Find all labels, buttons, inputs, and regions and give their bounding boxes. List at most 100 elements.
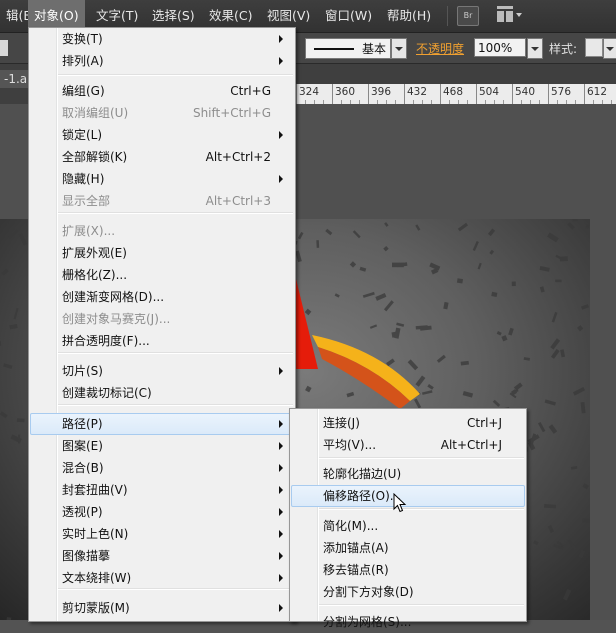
- texture-speckle: [491, 291, 498, 298]
- menubar-item-7[interactable]: 帮助(H): [381, 0, 437, 32]
- menu-item[interactable]: 创建对象马赛克(J)...: [31, 308, 293, 330]
- menu-item-shortcut: Alt+Ctrl+2: [205, 150, 271, 164]
- menu-item-label: 实时上色(N): [62, 527, 129, 541]
- menu-item[interactable]: 切片(S): [31, 360, 293, 382]
- menu-item[interactable]: 轮廓化描边(U): [292, 463, 524, 485]
- menu-separator: [58, 74, 293, 76]
- menu-item[interactable]: 扩展(X)...: [31, 220, 293, 242]
- texture-speckle: [544, 399, 556, 406]
- bridge-icon[interactable]: Br: [457, 6, 479, 26]
- workspace-switcher-icon[interactable]: [497, 6, 523, 24]
- menu-item[interactable]: 显示全部 Alt+Ctrl+3: [31, 190, 293, 212]
- menu-item-label: 剪切蒙版(M): [62, 601, 130, 615]
- menu-item-label: 文本绕排(W): [62, 571, 132, 585]
- menu-item[interactable]: 实时上色(N): [31, 523, 293, 545]
- submenu-arrow-icon: [279, 530, 283, 538]
- ruler-major-tick: [296, 84, 297, 104]
- texture-speckle: [492, 399, 501, 407]
- menu-item[interactable]: 移去锚点(R): [292, 559, 524, 581]
- menu-item[interactable]: 连接(J) Ctrl+J: [292, 412, 524, 434]
- texture-speckle: [316, 240, 320, 248]
- opacity-link[interactable]: 不透明度: [416, 40, 464, 57]
- menu-item-label: 封套扭曲(V): [62, 483, 128, 497]
- stroke-profile-dropdown-button[interactable]: [391, 38, 407, 59]
- menu-item[interactable]: 全部解锁(K) Alt+Ctrl+2: [31, 146, 293, 168]
- ruler-tick-label: 504: [479, 86, 500, 98]
- texture-speckle: [10, 434, 22, 444]
- menu-item-label: 取消编组(U): [62, 106, 129, 120]
- menu-item-label: 扩展外观(E): [62, 246, 127, 260]
- menu-item[interactable]: 拼合透明度(F)...: [31, 330, 293, 352]
- menu-item[interactable]: 透视(P): [31, 501, 293, 523]
- graphic-style-swatch[interactable]: [585, 38, 603, 57]
- menu-item[interactable]: 栅格化(Z)...: [31, 264, 293, 286]
- submenu-arrow-icon: [279, 175, 283, 183]
- menu-item[interactable]: 添加锚点(A): [292, 537, 524, 559]
- texture-speckle: [334, 293, 340, 298]
- menu-item[interactable]: 简化(M)...: [292, 515, 524, 537]
- menu-item-label: 路径(P): [62, 417, 103, 431]
- menu-item-label: 创建渐变网格(D)...: [62, 290, 165, 304]
- texture-speckle: [560, 349, 566, 358]
- texture-speckle: [562, 588, 572, 601]
- texture-speckle: [304, 308, 312, 316]
- menu-item-label: 显示全部: [62, 194, 111, 208]
- submenu-arrow-icon: [279, 464, 283, 472]
- menu-item-label: 图像描摹: [62, 549, 111, 563]
- menu-item[interactable]: 创建渐变网格(D)...: [31, 286, 293, 308]
- texture-speckle: [369, 324, 378, 329]
- texture-speckle: [414, 398, 422, 409]
- menu-item[interactable]: 文本绕排(W): [31, 567, 293, 589]
- menu-item-shortcut: Alt+Ctrl+J: [440, 438, 502, 452]
- horizontal-ruler[interactable]: 324 360 396 432 468 504 540 576 612: [294, 84, 616, 105]
- submenu-arrow-icon: [279, 420, 283, 428]
- menu-item[interactable]: 图像描摹: [31, 545, 293, 567]
- texture-speckle: [8, 229, 19, 240]
- texture-speckle: [582, 518, 590, 524]
- menu-item-label: 透视(P): [62, 505, 103, 519]
- texture-speckle: [460, 360, 469, 366]
- menu-item[interactable]: 变换(T): [31, 28, 293, 50]
- texture-speckle: [386, 358, 395, 367]
- texture-speckle: [457, 222, 468, 232]
- menu-item[interactable]: 平均(V)... Alt+Ctrl+J: [292, 434, 524, 456]
- menu-item[interactable]: 隐藏(H): [31, 168, 293, 190]
- menu-separator: [319, 457, 524, 459]
- fill-swatch[interactable]: [0, 40, 8, 56]
- ruler-major-tick: [548, 84, 549, 104]
- menubar-item-6[interactable]: 窗口(W): [319, 0, 378, 32]
- ruler-tick-label: 540: [515, 86, 536, 98]
- texture-speckle: [539, 286, 545, 293]
- menu-item[interactable]: 锁定(L): [31, 124, 293, 146]
- menu-item[interactable]: 编组(G) Ctrl+G: [31, 80, 293, 102]
- menu-item[interactable]: 取消编组(U) Shift+Ctrl+G: [31, 102, 293, 124]
- graphic-style-dropdown-button[interactable]: [603, 38, 616, 59]
- style-label: 样式:: [549, 42, 578, 56]
- texture-speckle: [551, 311, 558, 323]
- opacity-dropdown-button[interactable]: [527, 38, 543, 59]
- texture-speckle: [436, 354, 446, 363]
- menu-item[interactable]: 混合(B): [31, 457, 293, 479]
- menu-item[interactable]: 剪切蒙版(M): [31, 597, 293, 619]
- menu-item[interactable]: 封套扭曲(V): [31, 479, 293, 501]
- menu-item[interactable]: 创建裁切标记(C): [31, 382, 293, 404]
- menu-item-label: 混合(B): [62, 461, 104, 475]
- texture-speckle: [407, 359, 419, 371]
- texture-speckle: [511, 281, 516, 287]
- menu-item[interactable]: 路径(P): [30, 413, 294, 435]
- menu-item[interactable]: 扩展外观(E): [31, 242, 293, 264]
- menu-item[interactable]: 排列(A): [31, 50, 293, 72]
- texture-speckle: [550, 338, 561, 350]
- menu-item[interactable]: 分割下方对象(D): [292, 581, 524, 603]
- menu-item-label: 编组(G): [62, 84, 105, 98]
- submenu-arrow-icon: [279, 35, 283, 43]
- opacity-input[interactable]: 100%: [474, 38, 526, 57]
- stroke-profile-label: 基本: [362, 42, 387, 56]
- stroke-profile-select[interactable]: 基本: [305, 38, 391, 59]
- menu-item[interactable]: 偏移路径(O)...: [291, 485, 525, 507]
- menu-item[interactable]: 分割为网格(S)...: [292, 611, 524, 633]
- texture-speckle: [427, 384, 434, 390]
- menu-item[interactable]: 图案(E): [31, 435, 293, 457]
- menu-item-label: 平均(V)...: [323, 438, 377, 452]
- texture-speckle: [548, 424, 558, 434]
